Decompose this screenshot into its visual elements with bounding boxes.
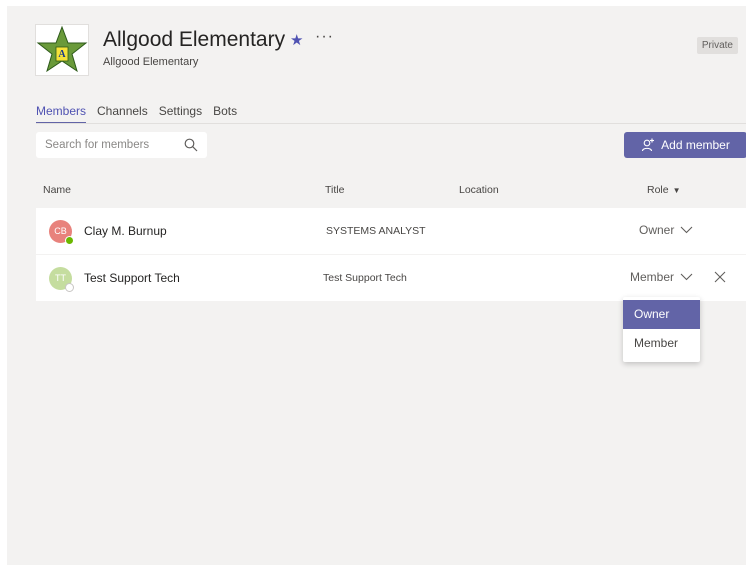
column-header-location: Location <box>459 184 499 196</box>
column-header-name: Name <box>43 184 72 196</box>
sort-caret-icon: ▼ <box>672 186 681 195</box>
member-title: SYSTEMS ANALYST <box>326 225 426 237</box>
column-header-role-label: Role <box>647 184 669 196</box>
presence-offline-icon <box>65 283 74 292</box>
star-logo-icon: A <box>36 25 88 73</box>
role-value: Owner <box>639 223 675 237</box>
role-option-member[interactable]: Member <box>623 329 700 358</box>
avatar-initials: CB <box>54 226 67 236</box>
member-title: Test Support Tech <box>323 272 407 284</box>
member-row: TT Test Support Tech Test Support Tech M… <box>36 255 746 301</box>
avatar-initials: TT <box>55 273 66 283</box>
avatar: TT <box>49 267 74 292</box>
member-name: Clay M. Burnup <box>84 224 167 238</box>
add-member-label: Add member <box>661 138 730 152</box>
search-input[interactable] <box>36 132 176 158</box>
tab-bar: Members Channels Settings Bots <box>36 104 248 124</box>
team-subtitle: Allgood Elementary <box>103 56 199 68</box>
remove-member-icon[interactable] <box>714 271 726 283</box>
presence-available-icon <box>65 236 74 245</box>
role-dropdown-menu: Owner Member <box>623 297 700 362</box>
member-name: Test Support Tech <box>84 271 180 285</box>
column-header-title: Title <box>325 184 345 196</box>
team-manage-panel: A Allgood Elementary Allgood Elementary … <box>7 6 746 565</box>
logo-letter: A <box>58 49 66 60</box>
chevron-down-icon <box>680 273 693 281</box>
privacy-badge: Private <box>696 37 738 54</box>
team-logo: A <box>35 24 89 76</box>
role-value: Member <box>630 270 675 284</box>
role-option-owner[interactable]: Owner <box>623 300 700 329</box>
tab-divider <box>36 123 746 124</box>
more-options-icon[interactable]: ··· <box>315 28 334 46</box>
chevron-down-icon <box>680 226 693 234</box>
tab-settings[interactable]: Settings <box>159 104 202 124</box>
add-member-button[interactable]: Add member <box>624 132 746 158</box>
favorite-star-icon[interactable]: ★ <box>290 31 303 49</box>
role-selector[interactable]: Owner <box>639 223 693 237</box>
member-search <box>36 132 207 158</box>
tab-channels[interactable]: Channels <box>97 104 148 124</box>
column-header-role[interactable]: Role ▼ <box>647 184 681 196</box>
avatar: CB <box>49 220 74 245</box>
search-icon[interactable] <box>184 138 198 152</box>
tab-members[interactable]: Members <box>36 104 87 124</box>
team-name: Allgood Elementary <box>103 28 286 51</box>
tab-bots[interactable]: Bots <box>213 104 237 124</box>
add-person-icon <box>642 138 655 152</box>
role-selector[interactable]: Member <box>630 270 693 284</box>
member-row: CB Clay M. Burnup SYSTEMS ANALYST Owner <box>36 208 746 254</box>
